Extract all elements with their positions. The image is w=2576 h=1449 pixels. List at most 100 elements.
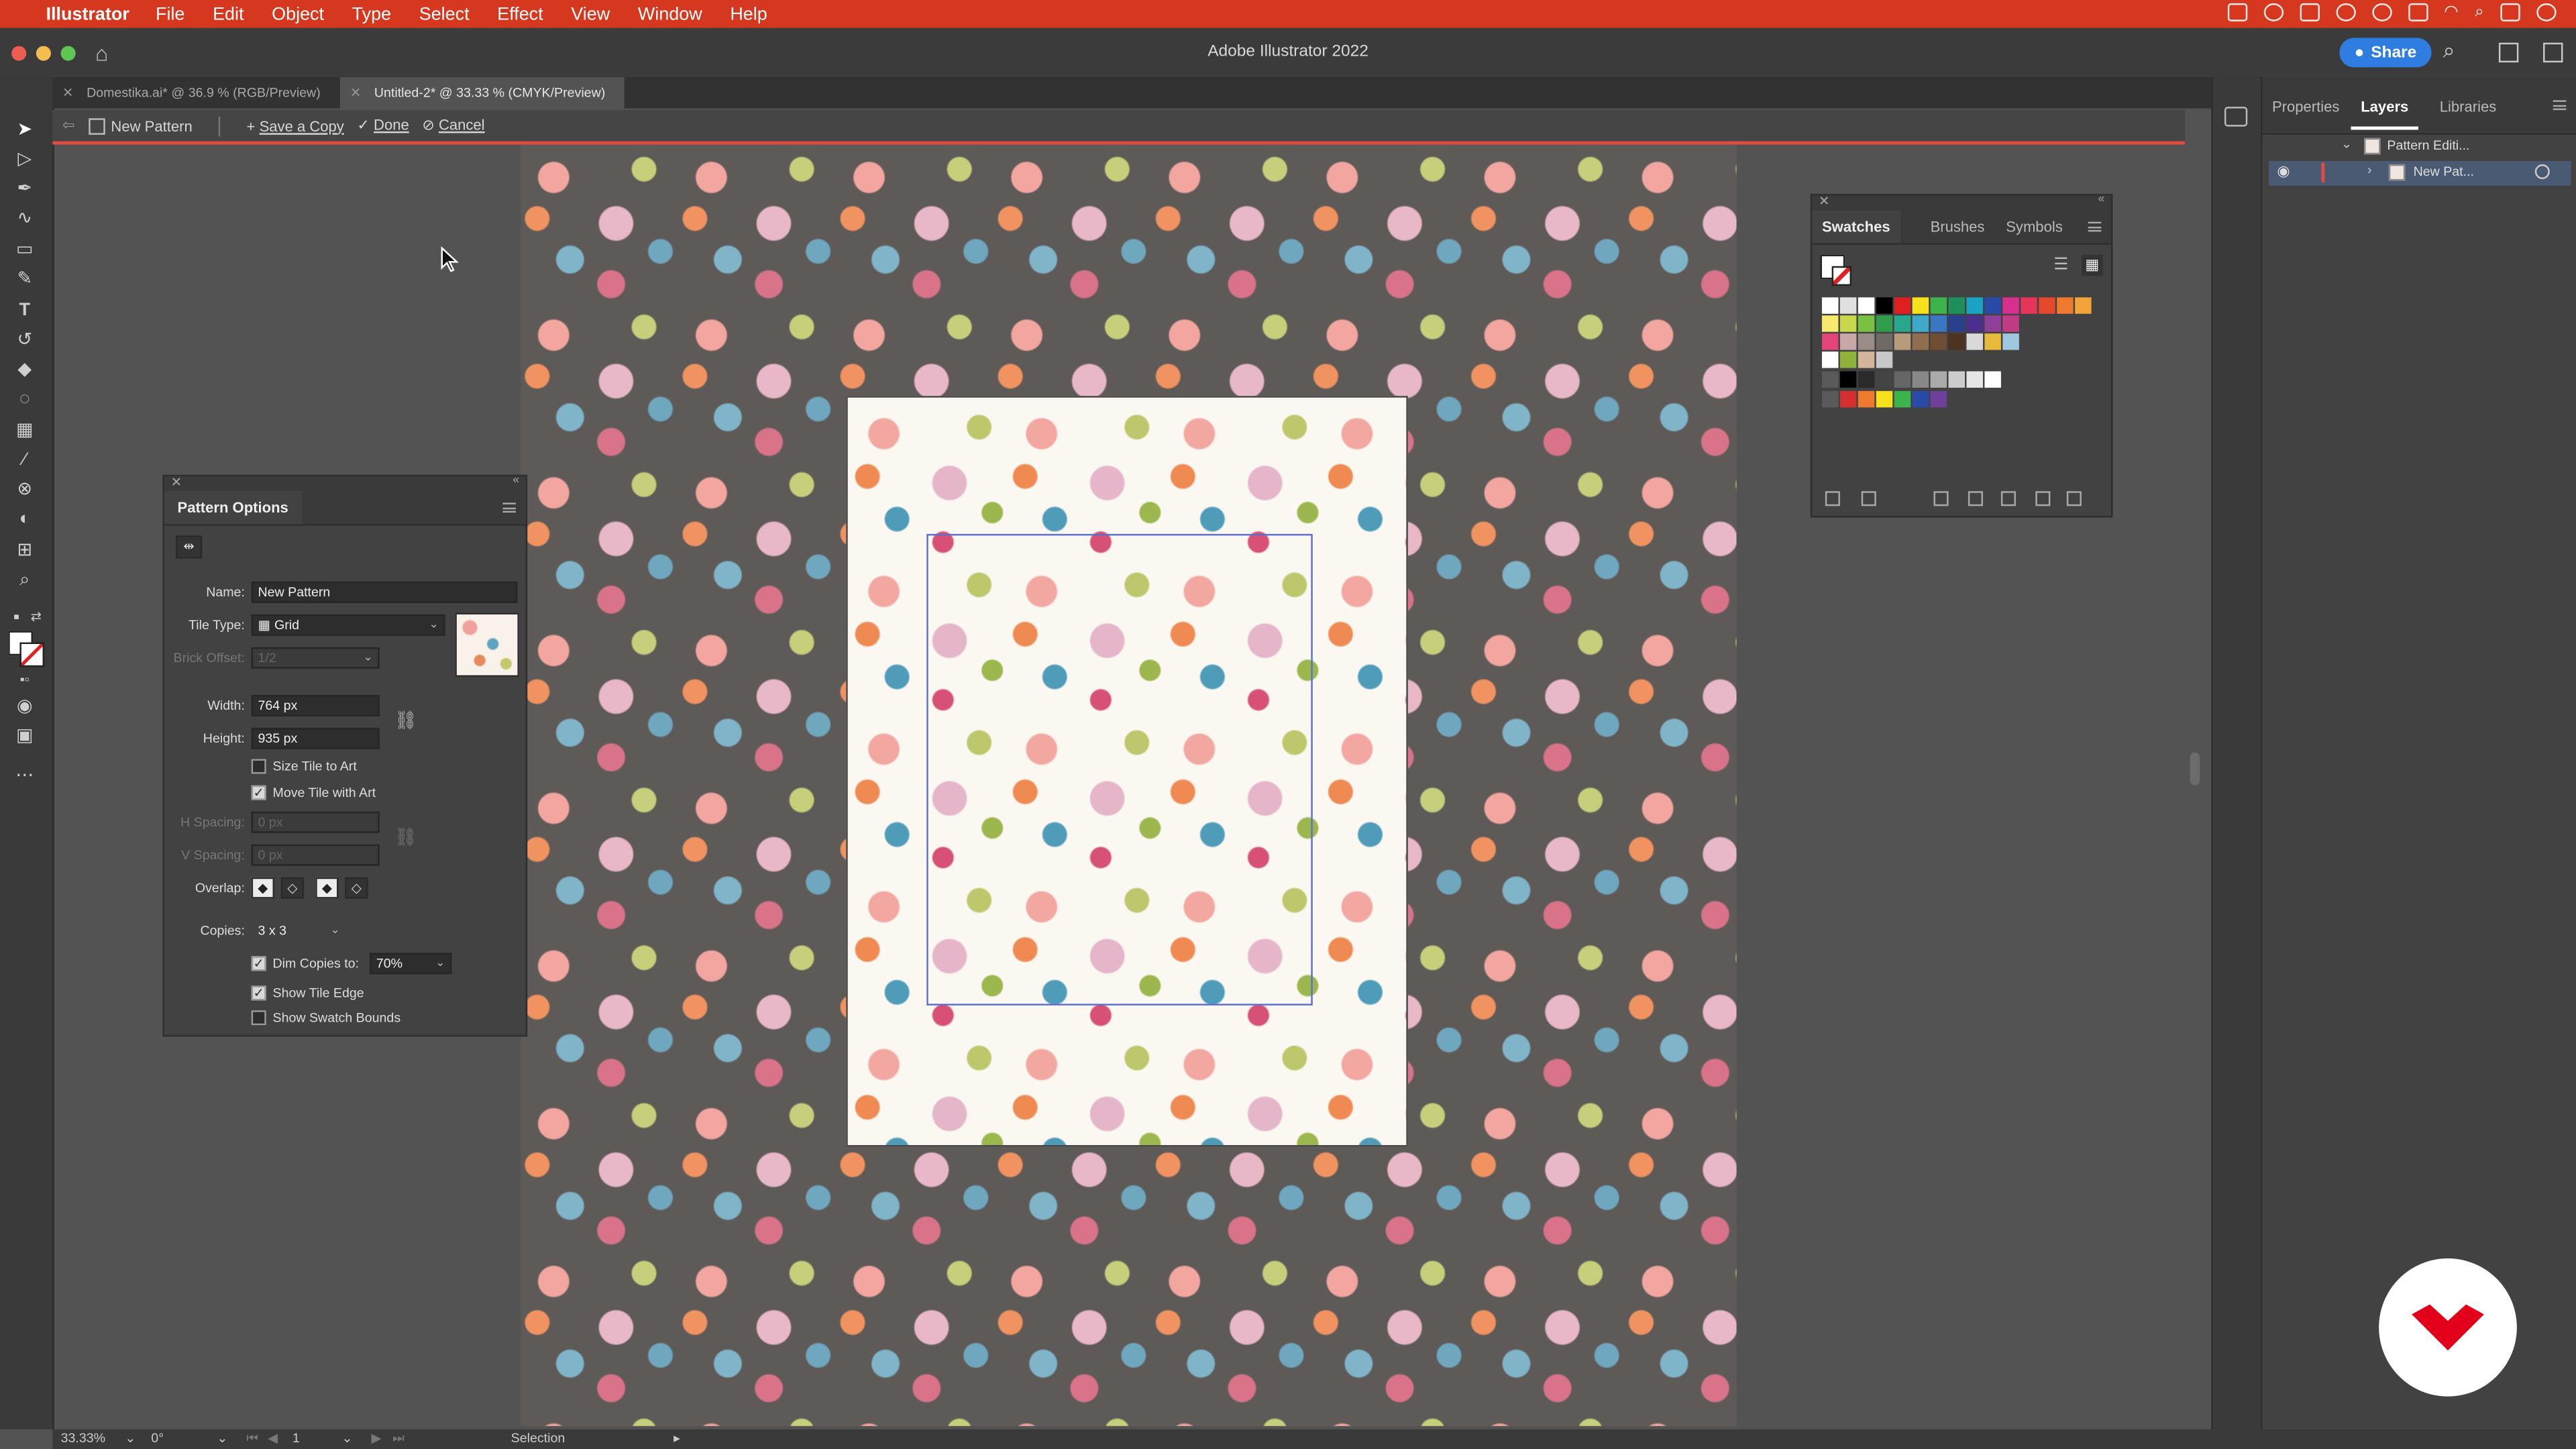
collapse-panel-icon[interactable]: « — [2098, 194, 2105, 205]
color-swatch[interactable] — [2002, 333, 2019, 350]
panel-header[interactable]: ✕ « — [1812, 194, 2111, 211]
pattern-tile-tool-icon[interactable]: ⇹ — [176, 535, 203, 559]
color-swatch[interactable] — [1876, 315, 1893, 332]
tab-layers[interactable]: Layers — [2351, 94, 2419, 130]
spotlight-search-icon[interactable]: ⌕ — [2475, 3, 2484, 21]
color-swatch[interactable] — [1876, 297, 1893, 314]
color-swatch[interactable] — [1930, 390, 1947, 408]
color-swatch[interactable] — [1858, 371, 1875, 388]
tab-domestika[interactable]: ✕ Domestika.ai* @ 36.9 % (RGB/Preview) — [52, 77, 340, 109]
paintbrush-tool-icon[interactable]: ✎ — [13, 268, 36, 290]
color-swatch[interactable] — [1839, 333, 1857, 350]
curvature-tool-icon[interactable]: ∿ — [13, 207, 36, 230]
color-swatch[interactable] — [1894, 390, 1911, 408]
color-swatch[interactable] — [1894, 333, 1911, 350]
direct-selection-tool-icon[interactable]: ▷ — [13, 148, 36, 170]
status-menu-arrow-icon[interactable]: ▸ — [674, 1431, 680, 1446]
color-mode-icon[interactable]: ▪▫ — [13, 669, 36, 692]
artboard-number[interactable]: 1 — [292, 1431, 300, 1446]
color-swatch[interactable] — [1912, 315, 1929, 332]
menu-effect[interactable]: Effect — [497, 4, 543, 23]
target-circle-icon[interactable] — [2534, 164, 2550, 179]
color-swatch[interactable] — [1912, 297, 1929, 314]
color-swatch[interactable] — [1839, 352, 1857, 368]
tab-symbols[interactable]: Symbols — [1996, 210, 2073, 243]
notification-icon[interactable] — [2335, 3, 2356, 21]
app-switcher-icon[interactable] — [2408, 3, 2428, 21]
first-artboard-icon[interactable]: ⏮ — [246, 1431, 258, 1447]
tab-untitled-2[interactable]: ✕ Untitled-2* @ 33.33 % (CMYK/Preview) — [340, 77, 625, 109]
drawing-mode-icon[interactable]: ◉ — [13, 695, 36, 718]
move-tile-with-art-checkbox[interactable]: ✓ — [251, 785, 266, 800]
list-view-icon[interactable]: ☰ — [2053, 256, 2068, 274]
collapse-panel-icon[interactable]: « — [513, 475, 519, 486]
new-color-group-icon[interactable] — [2000, 491, 2016, 506]
sync-icon[interactable] — [2371, 3, 2392, 21]
pen-tool-icon[interactable]: ✒ — [13, 177, 36, 200]
color-swatch[interactable] — [1966, 333, 1983, 350]
close-panel-icon[interactable]: ✕ — [1819, 194, 1829, 209]
color-swatch[interactable] — [1912, 333, 1929, 350]
color-swatch[interactable] — [1930, 371, 1947, 388]
swatch-libraries-icon[interactable] — [1825, 491, 1840, 506]
search-icon[interactable]: ⌕ — [2443, 38, 2455, 64]
chevron-down-icon[interactable]: ⌄ — [341, 1431, 352, 1446]
screen-mirror-icon[interactable] — [2227, 3, 2247, 21]
lasso-tool-icon[interactable]: ◌ — [13, 388, 36, 411]
save-copy-button[interactable]: + Save a Copy — [247, 117, 344, 133]
menu-help[interactable]: Help — [730, 4, 767, 23]
menu-type[interactable]: Type — [352, 4, 391, 23]
color-swatch[interactable] — [1948, 371, 1966, 388]
more-tools-icon[interactable]: ⋯ — [13, 764, 36, 787]
tile-edge-bounds[interactable] — [926, 533, 1313, 1006]
cancel-button[interactable]: ⊘ Cancel — [422, 117, 484, 135]
color-swatch[interactable] — [1821, 371, 1839, 388]
eraser-tool-icon[interactable]: ◆ — [13, 358, 36, 381]
color-swatch[interactable] — [1858, 315, 1875, 332]
color-swatch[interactable] — [2002, 315, 2019, 332]
color-swatch[interactable] — [1930, 297, 1947, 314]
bottom-in-front-icon[interactable]: ◇ — [345, 877, 368, 899]
add-to-library-icon[interactable] — [1861, 491, 1876, 506]
siri-icon[interactable] — [2536, 3, 2557, 21]
shape-builder-tool-icon[interactable]: ◐ — [13, 508, 36, 531]
color-swatch[interactable] — [1876, 352, 1893, 368]
color-swatch[interactable] — [1858, 297, 1875, 314]
color-swatch[interactable] — [1821, 297, 1839, 314]
comments-icon[interactable] — [2224, 107, 2248, 127]
right-in-front-icon[interactable]: ◇ — [280, 877, 305, 899]
rectangle-tool-icon[interactable]: ▭ — [13, 238, 36, 261]
close-tab-icon[interactable]: ✕ — [62, 85, 73, 100]
dim-copies-checkbox[interactable]: ✓ — [251, 956, 266, 971]
share-button[interactable]: ● Share — [2339, 38, 2432, 68]
stroke-color-swatch[interactable] — [19, 642, 45, 667]
color-swatch[interactable] — [2057, 297, 2074, 314]
color-swatch[interactable] — [1821, 315, 1839, 332]
tab-properties[interactable]: Properties — [2262, 94, 2349, 127]
tile-type-select[interactable]: ▦ Grid ⌄ — [251, 614, 445, 636]
menu-file[interactable]: File — [156, 4, 184, 23]
wifi-icon[interactable]: ◠ — [2444, 3, 2458, 21]
top-in-front-icon[interactable]: ◆ — [315, 877, 339, 899]
color-swatch[interactable] — [1876, 390, 1893, 408]
zoom-level[interactable]: 33.33% — [61, 1431, 105, 1446]
prev-artboard-icon[interactable]: ◀ — [268, 1431, 278, 1446]
tab-brushes[interactable]: Brushes — [1921, 210, 1994, 243]
panel-header[interactable]: ✕ « — [164, 475, 526, 492]
app-menu-illustrator[interactable]: Illustrator — [46, 4, 129, 23]
layer-row[interactable]: ◉ › New Pat... — [2269, 161, 2571, 186]
eyedropper-tool-icon[interactable]: ⁄ — [13, 449, 36, 472]
color-swatch[interactable] — [1984, 315, 2001, 332]
color-swatch[interactable] — [2002, 297, 2019, 314]
height-input[interactable]: 935 px — [251, 727, 380, 749]
color-swatch[interactable] — [1894, 297, 1911, 314]
panel-menu-icon[interactable] — [502, 502, 516, 513]
last-artboard-icon[interactable]: ⏭ — [392, 1431, 405, 1447]
color-swatch[interactable] — [1912, 371, 1929, 388]
type-tool-icon[interactable]: T — [13, 299, 36, 322]
color-swatch[interactable] — [1876, 371, 1893, 388]
blend-tool-icon[interactable]: ⊗ — [13, 478, 36, 501]
color-swatch[interactable] — [1839, 315, 1857, 332]
color-swatch[interactable] — [1948, 315, 1966, 332]
menu-edit[interactable]: Edit — [213, 4, 244, 23]
